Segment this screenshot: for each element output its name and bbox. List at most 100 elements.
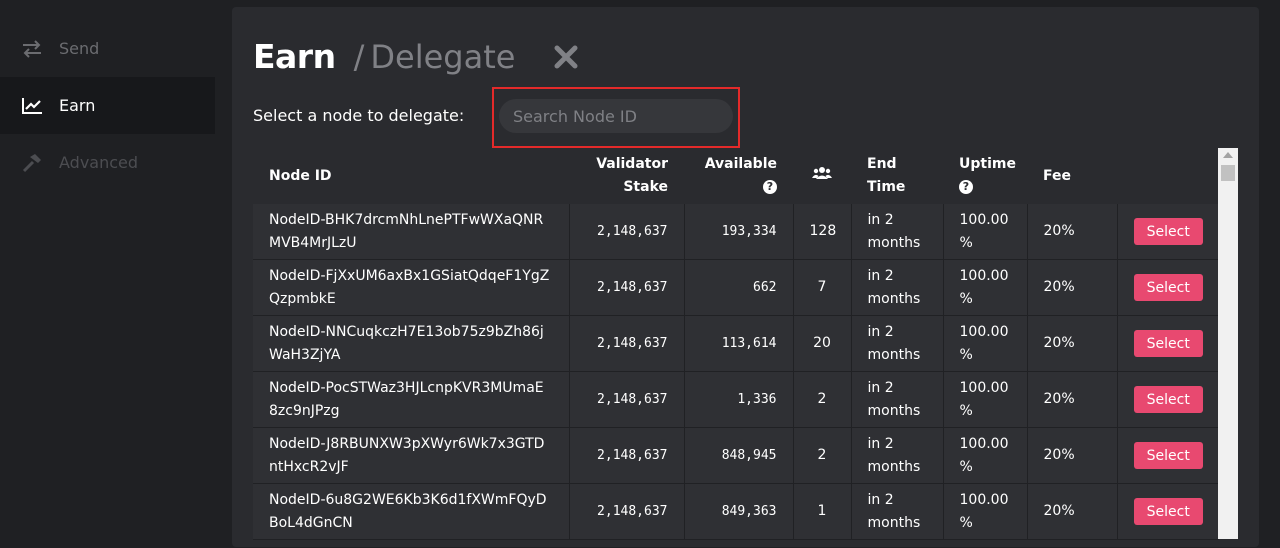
delegators-cell: 1: [793, 483, 852, 540]
column-header-end-time-line2: Time: [867, 179, 906, 195]
available-cell: 662: [684, 259, 794, 316]
title-delegate: Delegate: [370, 38, 516, 76]
close-button[interactable]: [552, 43, 580, 71]
sidebar-item-label: Send: [59, 39, 100, 58]
fee-cell: 20%: [1027, 427, 1118, 484]
column-header-uptime[interactable]: Uptime ?: [943, 148, 1027, 204]
title-separator: /: [353, 38, 365, 76]
table-row[interactable]: NodeID-PocSTWaz3HJLcnpKVR3MUmaE8zc9nJPzg…: [253, 371, 1219, 428]
uptime-cell: 100.00 %: [943, 483, 1028, 540]
select-node-button[interactable]: Select: [1133, 498, 1203, 525]
select-node-button[interactable]: Select: [1133, 330, 1203, 357]
column-header-action: [1117, 148, 1219, 204]
validators-table-wrapper: Node ID Validator Stake Available ? End …: [253, 148, 1219, 548]
delegators-cell: 7: [793, 259, 852, 316]
fee-cell: 20%: [1027, 259, 1118, 316]
available-cell: 193,334: [684, 204, 794, 260]
table-body: NodeID-BHK7drcmNhLnePTFwWXaQNRMVB4MrJLzU…: [253, 204, 1219, 540]
sidebar-item-advanced[interactable]: Advanced: [0, 134, 215, 191]
column-header-validator-stake[interactable]: Validator Stake: [569, 148, 684, 204]
column-header-delegators[interactable]: [793, 148, 851, 204]
select-node-button[interactable]: Select: [1133, 386, 1203, 413]
delegators-cell: 128: [793, 204, 852, 260]
sidebar-item-label: Earn: [59, 96, 96, 115]
scroll-thumb[interactable]: [1221, 165, 1235, 181]
column-header-node-id[interactable]: Node ID: [253, 148, 569, 204]
validator-stake-cell: 2,148,637: [569, 315, 685, 372]
table-row[interactable]: NodeID-NNCuqkczH7E13ob75z9bZh86jWaH3ZjYA…: [253, 315, 1219, 372]
question-circle-icon[interactable]: ?: [959, 180, 973, 194]
validator-stake-cell: 2,148,637: [569, 427, 685, 484]
title-earn[interactable]: Earn: [253, 37, 336, 76]
search-input[interactable]: [499, 99, 733, 133]
end-time-cell: in 2 months: [851, 371, 944, 428]
action-cell: Select: [1117, 371, 1219, 428]
node-id-cell: NodeID-FjXxUM6axBx1GSiatQdqeF1YgZQzpmbkE: [253, 259, 570, 316]
validators-table: Node ID Validator Stake Available ? End …: [253, 148, 1219, 540]
table-row[interactable]: NodeID-FjXxUM6axBx1GSiatQdqeF1YgZQzpmbkE…: [253, 259, 1219, 316]
select-node-button[interactable]: Select: [1133, 274, 1203, 301]
table-scrollbar[interactable]: [1218, 148, 1238, 539]
uptime-cell: 100.00 %: [943, 259, 1028, 316]
validator-stake-cell: 2,148,637: [569, 204, 685, 260]
node-id-cell: NodeID-PocSTWaz3HJLcnpKVR3MUmaE8zc9nJPzg: [253, 371, 570, 428]
select-node-button[interactable]: Select: [1133, 442, 1203, 469]
action-cell: Select: [1117, 427, 1219, 484]
action-cell: Select: [1117, 315, 1219, 372]
node-id-cell: NodeID-NNCuqkczH7E13ob75z9bZh86jWaH3ZjYA: [253, 315, 570, 372]
column-header-end-time-line1: End: [867, 156, 897, 172]
transfer-arrows-icon: [20, 39, 44, 59]
available-cell: 849,363: [684, 483, 794, 540]
end-time-cell: in 2 months: [851, 427, 944, 484]
node-id-cell: NodeID-6u8G2WE6Kb3K6d1fXWmFQyDBoL4dGnCN: [253, 483, 570, 540]
action-cell: Select: [1117, 259, 1219, 316]
end-time-cell: in 2 months: [851, 259, 944, 316]
sidebar: Send Earn Advanced: [0, 0, 215, 539]
column-header-uptime-label: Uptime: [959, 156, 1016, 172]
fee-cell: 20%: [1027, 483, 1118, 540]
end-time-cell: in 2 months: [851, 483, 944, 540]
uptime-cell: 100.00 %: [943, 427, 1028, 484]
column-header-available-label: Available: [704, 156, 777, 172]
column-header-available[interactable]: Available ?: [684, 148, 793, 204]
select-node-button[interactable]: Select: [1133, 218, 1203, 245]
available-cell: 1,336: [684, 371, 794, 428]
table-row[interactable]: NodeID-J8RBUNXW3pXWyr6Wk7x3GTDntHxcR2vJF…: [253, 427, 1219, 484]
available-cell: 848,945: [684, 427, 794, 484]
table-header-row: Node ID Validator Stake Available ? End …: [253, 148, 1219, 204]
select-node-label: Select a node to delegate:: [253, 106, 465, 125]
fee-cell: 20%: [1027, 371, 1118, 428]
uptime-cell: 100.00 %: [943, 204, 1028, 260]
sidebar-item-send[interactable]: Send: [0, 20, 215, 77]
validator-stake-cell: 2,148,637: [569, 483, 685, 540]
table-row[interactable]: NodeID-BHK7drcmNhLnePTFwWXaQNRMVB4MrJLzU…: [253, 204, 1219, 260]
validator-stake-cell: 2,148,637: [569, 371, 685, 428]
hammer-icon: [20, 153, 44, 173]
question-circle-icon[interactable]: ?: [763, 180, 777, 194]
uptime-cell: 100.00 %: [943, 371, 1028, 428]
column-header-validator-stake-line1: Validator: [596, 156, 668, 172]
page-title: Earn / Delegate: [253, 37, 515, 81]
delegators-cell: 20: [793, 315, 852, 372]
sidebar-item-label: Advanced: [59, 153, 139, 172]
validator-stake-cell: 2,148,637: [569, 259, 685, 316]
main-panel: Earn / Delegate Select a node to delegat…: [232, 7, 1259, 547]
scroll-up-icon[interactable]: [1223, 152, 1233, 158]
fee-cell: 20%: [1027, 315, 1118, 372]
end-time-cell: in 2 months: [851, 204, 944, 260]
end-time-cell: in 2 months: [851, 315, 944, 372]
sidebar-item-earn[interactable]: Earn: [0, 77, 215, 134]
column-header-end-time[interactable]: End Time: [851, 148, 943, 204]
fee-cell: 20%: [1027, 204, 1118, 260]
available-cell: 113,614: [684, 315, 794, 372]
node-id-cell: NodeID-J8RBUNXW3pXWyr6Wk7x3GTDntHxcR2vJF: [253, 427, 570, 484]
chart-line-icon: [20, 96, 44, 116]
close-icon: [554, 45, 578, 69]
delegators-cell: 2: [793, 427, 852, 484]
action-cell: Select: [1117, 483, 1219, 540]
users-icon: [812, 166, 832, 179]
table-row[interactable]: NodeID-6u8G2WE6Kb3K6d1fXWmFQyDBoL4dGnCN 2…: [253, 483, 1219, 540]
column-header-fee[interactable]: Fee: [1027, 148, 1117, 204]
uptime-cell: 100.00 %: [943, 315, 1028, 372]
node-id-cell: NodeID-BHK7drcmNhLnePTFwWXaQNRMVB4MrJLzU: [253, 204, 570, 260]
